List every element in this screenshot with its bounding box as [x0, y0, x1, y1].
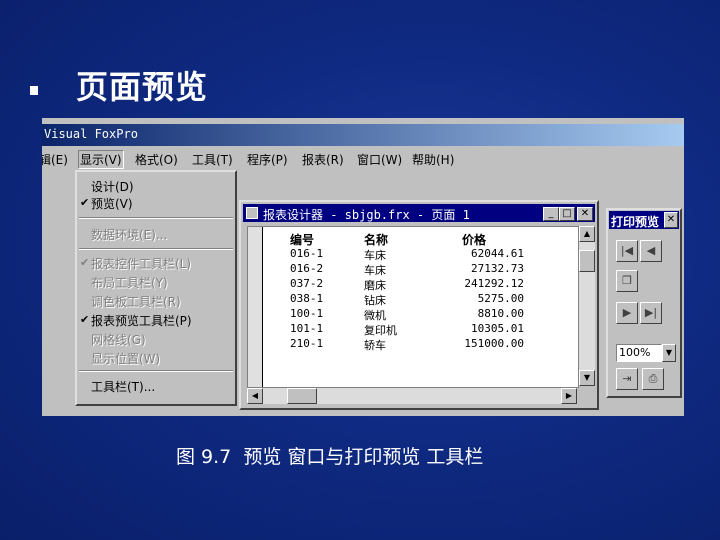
view-menu-dropdown: 设计(D) ✔ 预览(V) 数据环境(E)... ✔ 报表控件工具栏(L) 布局…	[75, 170, 237, 406]
print-icon[interactable]: ⎙	[642, 368, 664, 390]
cell-price: 5275.00	[477, 292, 524, 305]
print-preview-toolbar: 打印预览 ✕ |◀ ◀ ❐ ▶ ▶| 100% ▼ ⇥ ⎙	[606, 208, 682, 398]
cell-price: 241292.12	[464, 277, 524, 290]
cell-name: 车床	[364, 264, 386, 277]
check-icon: ✔	[80, 196, 90, 209]
last-page-icon[interactable]: ▶|	[640, 302, 662, 324]
cell-price: 62044.61	[471, 247, 524, 260]
close-preview-icon[interactable]: ⇥	[616, 368, 638, 390]
menu-tools[interactable]: 工具(T)	[192, 151, 233, 168]
scroll-left-icon[interactable]: ◀	[247, 388, 263, 404]
check-icon: ✔	[80, 313, 90, 326]
scroll-thumb[interactable]	[579, 250, 595, 272]
page-margin	[248, 227, 263, 387]
menu-edit[interactable]: 辑(E)	[42, 151, 68, 168]
cell-name: 复印机	[364, 324, 397, 337]
cell-code: 101-1	[290, 322, 324, 335]
scroll-thumb[interactable]	[287, 388, 317, 404]
cell-price: 8810.00	[477, 307, 524, 320]
close-button[interactable]: ✕	[577, 207, 593, 221]
bullet-marker	[30, 86, 38, 95]
report-designer-window: 报表设计器 - sbjgb.frx - 页面 1 _ □ ✕ 编号 名称 价格 …	[239, 200, 599, 410]
report-page: 编号 名称 价格 016-1 车床 62044.61 016-2 车床 2713…	[247, 226, 579, 388]
app-title: Visual FoxPro	[44, 127, 138, 141]
menu-item-preview[interactable]: 预览(V)	[91, 195, 133, 212]
minimize-button[interactable]: _	[543, 207, 559, 221]
cell-price: 10305.01	[471, 322, 524, 335]
next-page-icon[interactable]: ▶	[616, 302, 638, 324]
previous-page-icon[interactable]: ◀	[640, 240, 662, 262]
menu-item-palette-toolbar[interactable]: 调色板工具栏(R)	[91, 293, 181, 310]
menu-help[interactable]: 帮助(H)	[412, 151, 454, 168]
vertical-scrollbar[interactable]: ▲ ▼	[579, 226, 595, 386]
menu-item-toolbars[interactable]: 工具栏(T)...	[91, 378, 155, 395]
cell-price: 151000.00	[464, 337, 524, 350]
menu-report[interactable]: 报表(R)	[302, 151, 344, 168]
slide-title: 页面预览	[76, 68, 209, 106]
scroll-up-icon[interactable]: ▲	[579, 226, 595, 242]
header-name: 名称	[364, 233, 389, 247]
menu-format[interactable]: 格式(O)	[135, 151, 178, 168]
menu-item-report-preview-toolbar[interactable]: 报表预览工具栏(P)	[91, 312, 192, 329]
menu-separator	[79, 248, 233, 250]
go-to-page-icon[interactable]: ❐	[616, 270, 638, 292]
scroll-right-icon[interactable]: ▶	[561, 388, 577, 404]
app-title-bar: Visual FoxPro	[42, 124, 684, 146]
header-price: 价格	[462, 233, 487, 247]
menu-window[interactable]: 窗口(W)	[357, 151, 402, 168]
chevron-down-icon[interactable]: ▼	[662, 344, 676, 362]
first-page-icon[interactable]: |◀	[616, 240, 638, 262]
figure-caption: 图 9.7 预览 窗口与打印预览 工具栏	[176, 446, 484, 468]
zoom-select[interactable]: 100%	[616, 344, 662, 362]
cell-code: 016-1	[290, 247, 324, 260]
cell-name: 轿车	[364, 339, 386, 352]
print-preview-title: 打印预览	[611, 215, 660, 229]
menu-bar: 辑(E) 显示(V) 格式(O) 工具(T) 程序(P) 报表(R) 窗口(W)…	[42, 148, 684, 170]
close-button[interactable]: ✕	[664, 212, 678, 228]
report-icon	[246, 207, 258, 219]
menu-item-grid-lines[interactable]: 网格线(G)	[91, 331, 146, 348]
scroll-down-icon[interactable]: ▼	[579, 370, 595, 386]
cell-code: 016-2	[290, 262, 324, 275]
menu-item-design[interactable]: 设计(D)	[91, 178, 134, 195]
menu-separator	[79, 217, 233, 219]
cell-price: 27132.73	[471, 262, 524, 275]
menu-separator	[79, 370, 233, 372]
cell-name: 磨床	[364, 279, 386, 292]
cell-name: 车床	[364, 249, 386, 262]
menu-item-report-controls-toolbar[interactable]: 报表控件工具栏(L)	[91, 255, 191, 272]
cell-code: 100-1	[290, 307, 324, 320]
header-code: 编号	[290, 233, 315, 247]
report-window-title-bar: 报表设计器 - sbjgb.frx - 页面 1 _ □ ✕	[243, 204, 595, 222]
cell-code: 038-1	[290, 292, 324, 305]
cell-name: 钻床	[364, 294, 386, 307]
foxpro-screenshot: Visual FoxPro 辑(E) 显示(V) 格式(O) 工具(T) 程序(…	[42, 118, 684, 416]
cell-code: 037-2	[290, 277, 324, 290]
menu-item-data-environment[interactable]: 数据环境(E)...	[91, 226, 167, 243]
check-icon: ✔	[80, 256, 90, 269]
horizontal-scrollbar[interactable]: ◀ ▶	[247, 388, 577, 404]
menu-item-layout-toolbar[interactable]: 布局工具栏(Y)	[91, 274, 168, 291]
report-window-title: 报表设计器 - sbjgb.frx - 页面 1	[263, 208, 470, 222]
menu-view[interactable]: 显示(V)	[78, 150, 124, 169]
menu-program[interactable]: 程序(P)	[247, 151, 288, 168]
menu-item-show-position[interactable]: 显示位置(W)	[91, 350, 160, 367]
cell-code: 210-1	[290, 337, 324, 350]
maximize-button[interactable]: □	[559, 207, 575, 221]
cell-name: 微机	[364, 309, 386, 322]
